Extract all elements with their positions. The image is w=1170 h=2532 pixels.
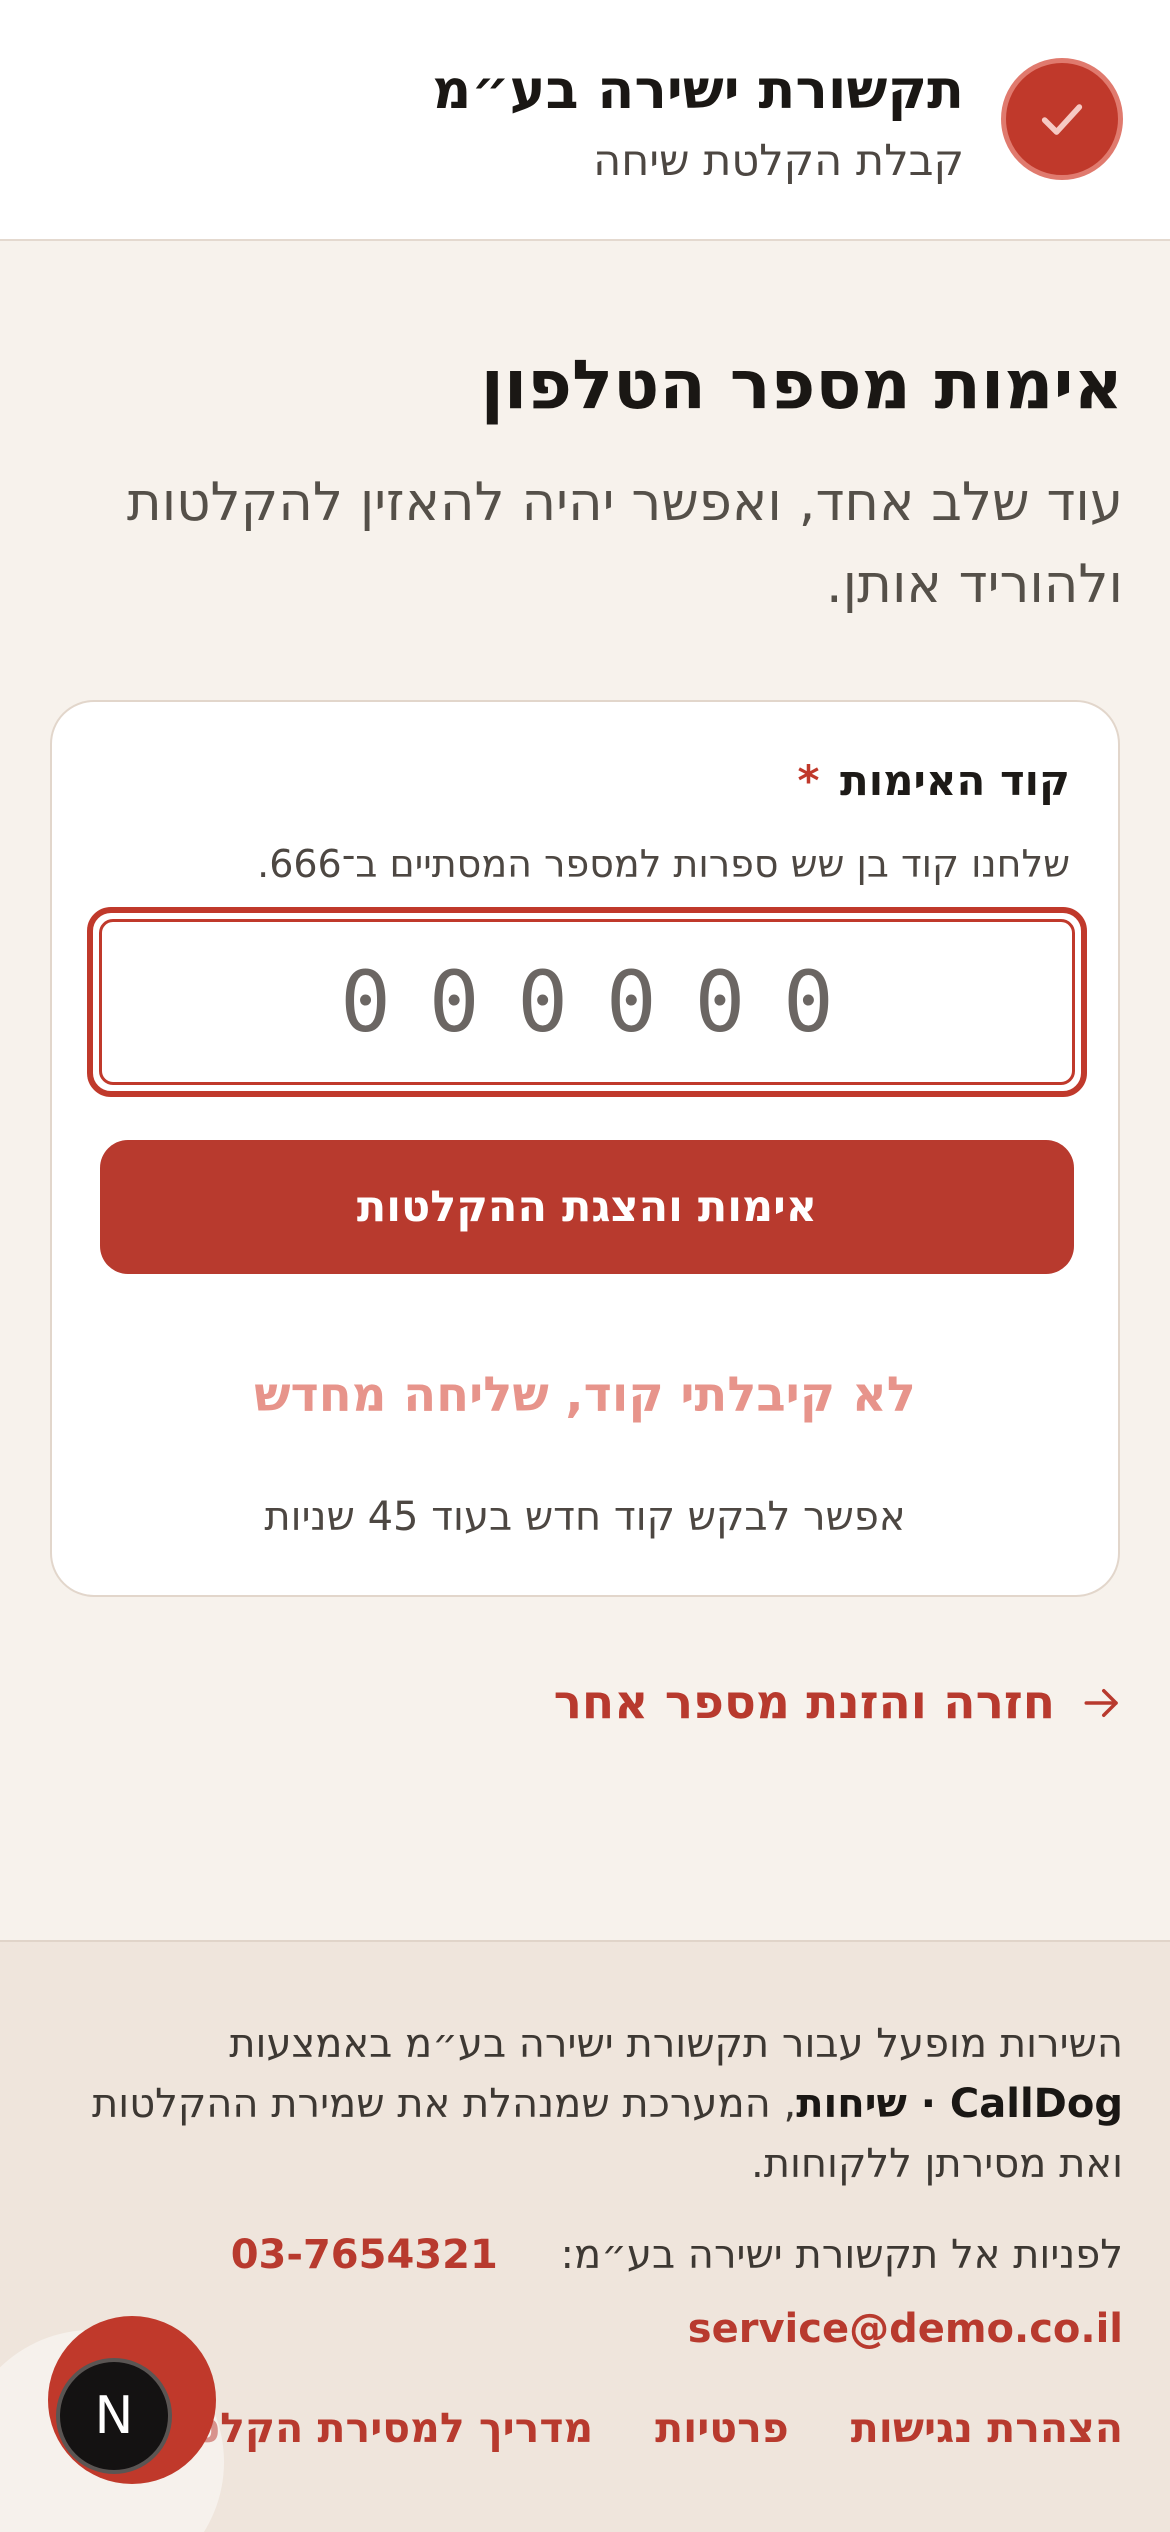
footer-text-before: השירות מופעל עבור תקשורת ישירה בע״מ באמצ… (229, 2021, 1123, 2067)
app-header: תקשורת ישירה בע״מ קבלת הקלטת שיחה (0, 0, 1170, 241)
check-icon (1041, 104, 1083, 135)
accessibility-statement-link[interactable]: הצהרת נגישות (851, 2404, 1123, 2452)
code-field-label: קוד האימות * (797, 756, 1070, 805)
contact-label: לפניות אל תקשורת ישירה בע״מ: (560, 2232, 1124, 2278)
footer-contact: לפניות אל תקשורת ישירה בע״מ: 03-7654321 (231, 2232, 1123, 2278)
company-name: תקשורת ישירה בע״מ (432, 58, 964, 121)
page-subtitle: עוד שלב אחד, ואפשר יהיה להאזין להקלטות ו… (126, 472, 1123, 615)
next-dev-badge[interactable]: N (56, 2358, 172, 2474)
code-field-hint: שלחנו קוד בן שש ספרות למספר המסתיים ב־66… (257, 842, 1070, 886)
code-input-frame (87, 907, 1087, 1097)
header-subtitle: קבלת הקלטת שיחה (593, 136, 964, 186)
footer-links: הצהרת נגישות פרטיות מדריך למסירת הקלטות (150, 2404, 1123, 2452)
back-link-label: חזרה והזנת מספר אחר (553, 1675, 1055, 1730)
page-title: אימות מספר הטלפון (480, 346, 1123, 425)
required-mark: * (797, 756, 820, 805)
code-field-label-text: קוד האימות (840, 756, 1070, 805)
resend-code-link[interactable]: לא קיבלתי קוד, שליחה מחדש (52, 1367, 1118, 1423)
contact-phone-link[interactable]: 03-7654321 (231, 2232, 498, 2278)
verification-code-input[interactable] (99, 919, 1075, 1085)
back-change-number-link[interactable]: חזרה והזנת מספר אחר (554, 1675, 1123, 1730)
verify-button[interactable]: אימות והצגת ההקלטות (100, 1140, 1074, 1274)
brand-check-badge (1001, 58, 1123, 180)
footer-description: השירות מופעל עבור תקשורת ישירה בע״מ באמצ… (47, 2014, 1123, 2194)
privacy-link[interactable]: פרטיות (655, 2404, 789, 2452)
contact-email-link[interactable]: service@demo.co.il (688, 2306, 1123, 2352)
resend-countdown: אפשר לבקש קוד חדש בעוד 45 שניות (264, 1494, 906, 1540)
footer-brand: CallDog · שיחות (796, 2081, 1123, 2127)
verification-card: קוד האימות * שלחנו קוד בן שש ספרות למספר… (50, 700, 1120, 1597)
arrow-right-icon (1084, 1688, 1118, 1717)
